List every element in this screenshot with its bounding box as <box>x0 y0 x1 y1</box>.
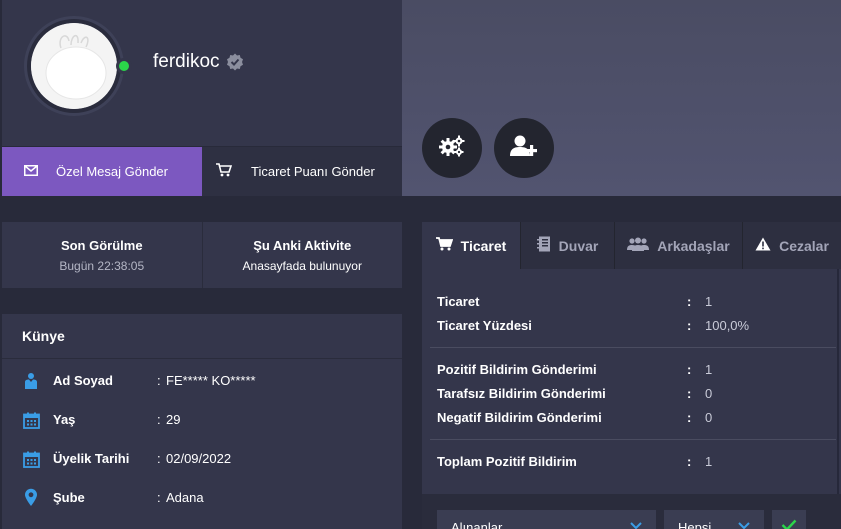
gears-icon <box>438 134 466 163</box>
add-friend-button[interactable] <box>494 118 554 178</box>
profile-tabs: Ticaret Duvar Arkadaşlar Cezalar <box>422 222 841 269</box>
map-pin-icon <box>22 488 40 506</box>
stat-value: 1 <box>705 294 713 309</box>
username: ferdikoc <box>153 51 220 72</box>
feedback-scope-value: Hepsi <box>678 519 712 529</box>
divider <box>430 347 836 348</box>
identity-panel: Künye Ad Soyad : FE***** KO***** Yaş : 2… <box>2 314 402 529</box>
divider <box>430 439 836 440</box>
stat-label: Negatif Bildirim Gönderimi <box>437 410 602 425</box>
send-trade-points-button[interactable]: Ticaret Puanı Gönder <box>202 147 402 196</box>
stat-label: Ticaret <box>437 294 480 309</box>
profile-card: ferdikoc <box>2 0 402 146</box>
warning-icon <box>755 237 771 254</box>
identity-value: 29 <box>166 412 181 427</box>
calendar-icon <box>22 411 40 429</box>
current-activity-title: Şu Anki Aktivite <box>253 237 352 253</box>
cart-icon <box>435 237 453 254</box>
chevron-down-icon <box>630 518 642 529</box>
stat-value: 0 <box>705 386 713 401</box>
envelope-icon <box>24 164 38 179</box>
feedback-type-value: Alınanlar <box>451 519 503 529</box>
tab-label: Cezalar <box>779 237 829 254</box>
user-plus-icon <box>509 134 539 163</box>
tab-label: Arkadaşlar <box>657 237 730 254</box>
tab-trade[interactable]: Ticaret <box>422 222 521 269</box>
tab-label: Duvar <box>558 237 599 254</box>
online-status-dot <box>116 58 132 74</box>
stat-label: Toplam Pozitif Bildirim <box>437 454 577 469</box>
last-seen-title: Son Görülme <box>60 237 143 253</box>
current-activity: Şu Anki Aktivite Anasayfada bulunuyor <box>201 222 403 288</box>
tab-penalties[interactable]: Cezalar <box>743 222 841 269</box>
stat-value: 1 <box>705 362 713 377</box>
stat-label: Ticaret Yüzdesi <box>437 318 532 333</box>
user-icon <box>22 372 40 390</box>
identity-label: Yaş <box>53 412 76 427</box>
panel-edge <box>837 269 839 494</box>
identity-label: Üyelik Tarihi <box>53 451 130 466</box>
tab-friends[interactable]: Arkadaşlar <box>615 222 743 269</box>
avatar-image <box>31 23 117 109</box>
tab-label: Ticaret <box>460 237 507 254</box>
send-trade-points-label: Ticaret Puanı Gönder <box>251 164 375 179</box>
identity-label: Ad Soyad <box>53 373 113 388</box>
cart-icon <box>216 163 233 180</box>
identity-label: Şube <box>53 490 85 505</box>
chevron-down-icon <box>738 518 750 529</box>
feedback-scope-select[interactable]: Hepsi <box>664 510 764 529</box>
stat-value: 1 <box>705 454 713 469</box>
feedback-filters: Alınanlar Hepsi <box>422 494 841 529</box>
identity-value: Adana <box>166 490 204 505</box>
feedback-type-select[interactable]: Alınanlar <box>437 510 656 529</box>
last-seen-value: Bugün 22:38:05 <box>59 258 145 273</box>
send-private-message-label: Özel Mesaj Gönder <box>56 164 168 179</box>
verified-badge-icon <box>226 53 244 71</box>
avatar[interactable] <box>24 16 124 116</box>
stat-value: 0 <box>705 410 713 425</box>
username-row: ferdikoc <box>153 51 244 73</box>
calendar-icon <box>22 450 40 468</box>
identity-title: Künye <box>2 314 402 359</box>
current-activity-value: Anasayfada bulunuyor <box>242 258 362 273</box>
stat-label: Pozitif Bildirim Gönderimi <box>437 362 597 377</box>
check-icon <box>781 518 797 529</box>
stat-label: Tarafsız Bildirim Gönderimi <box>437 386 606 401</box>
apply-filter-button[interactable] <box>772 510 806 529</box>
settings-button[interactable] <box>422 118 482 178</box>
identity-value: 02/09/2022 <box>166 451 232 466</box>
send-private-message-button[interactable]: Özel Mesaj Gönder <box>2 147 202 196</box>
notebook-icon <box>536 236 551 255</box>
last-seen: Son Görülme Bugün 22:38:05 <box>2 222 202 288</box>
activity-panel: Son Görülme Bugün 22:38:05 Şu Anki Aktiv… <box>2 222 402 288</box>
stat-value: 100,0% <box>705 318 750 333</box>
users-icon <box>627 237 650 254</box>
identity-value: FE***** KO***** <box>166 373 256 388</box>
tab-wall[interactable]: Duvar <box>521 222 615 269</box>
trade-stats-panel: Ticaret : 1 Ticaret Yüzdesi : 100,0% Poz… <box>422 269 841 494</box>
